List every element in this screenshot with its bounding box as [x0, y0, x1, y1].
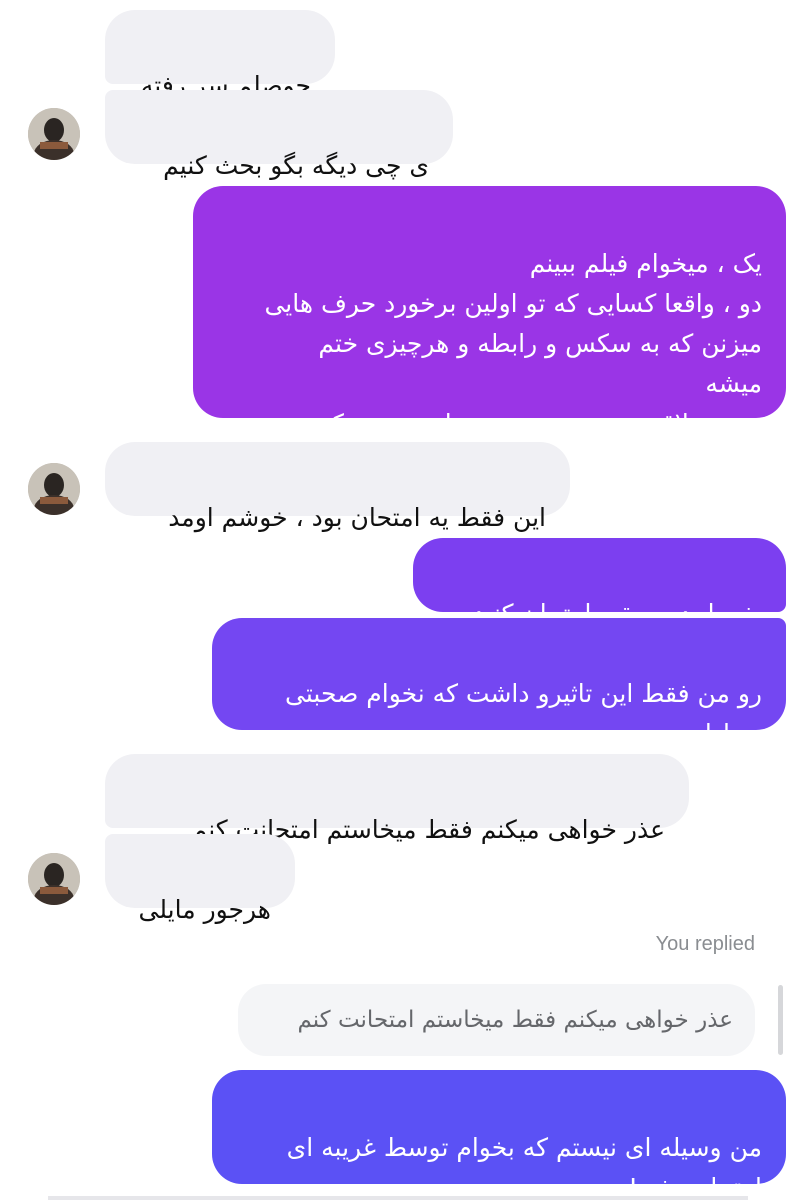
quoted-text: عذر خواهی میکنم فقط میخاستم امتحانت کنم — [297, 1007, 733, 1033]
message-text: این فقط یه امتحان بود ، خوشم اومد — [168, 503, 546, 532]
contact-avatar[interactable] — [28, 463, 80, 515]
avatar-image — [28, 853, 80, 905]
avatar-image — [28, 463, 80, 515]
avatar-image — [28, 108, 80, 160]
reply-label: You replied — [655, 933, 755, 955]
message-text: ی چی دیگه بگو بحث کنیم — [163, 151, 429, 180]
message-bubble-incoming[interactable]: هرجور مایلی — [105, 834, 295, 924]
message-bubble-incoming[interactable]: عذر خواهی میکنم فقط میخاستم امتحانت کنم — [105, 754, 689, 844]
quoted-message[interactable]: عذر خواهی میکنم فقط میخاستم امتحانت کنم — [238, 984, 755, 1056]
message-bubble-incoming[interactable]: حوصلم سر رفته — [105, 10, 335, 100]
message-text: من وسیله ای نیستم که بخوام توسط غریبه ای… — [286, 1133, 762, 1200]
message-bubble-outgoing[interactable]: یک ، میخوام فیلم ببینم دو ، واقعا کسایی … — [193, 186, 786, 438]
message-bubble-incoming[interactable]: ی چی دیگه بگو بحث کنیم — [105, 90, 453, 180]
message-text: یک ، میخوام فیلم ببینم دو ، واقعا کسایی … — [264, 249, 762, 438]
contact-avatar[interactable] — [28, 853, 80, 905]
message-bubble-outgoing[interactable]: من وسیله ای نیستم که بخوام توسط غریبه ای… — [212, 1070, 786, 1200]
message-bubble-outgoing[interactable]: بفرمایید رو بقیه امتحان کنید — [413, 538, 786, 628]
chat-thread: حوصلم سر رفته ی چی دیگه بگو بحث کنیم یک … — [0, 0, 801, 1200]
message-text: هرجور مایلی — [138, 895, 271, 924]
message-bubble-outgoing[interactable]: رو من فقط این تاثیرو داشت که نخوام صحبتی… — [212, 618, 786, 748]
message-bubble-incoming[interactable]: این فقط یه امتحان بود ، خوشم اومد — [105, 442, 570, 532]
message-text: رو من فقط این تاثیرو داشت که نخوام صحبتی… — [285, 679, 762, 748]
composer-divider — [48, 1196, 748, 1200]
reply-indicator-bar — [778, 985, 783, 1055]
contact-avatar[interactable] — [28, 108, 80, 160]
